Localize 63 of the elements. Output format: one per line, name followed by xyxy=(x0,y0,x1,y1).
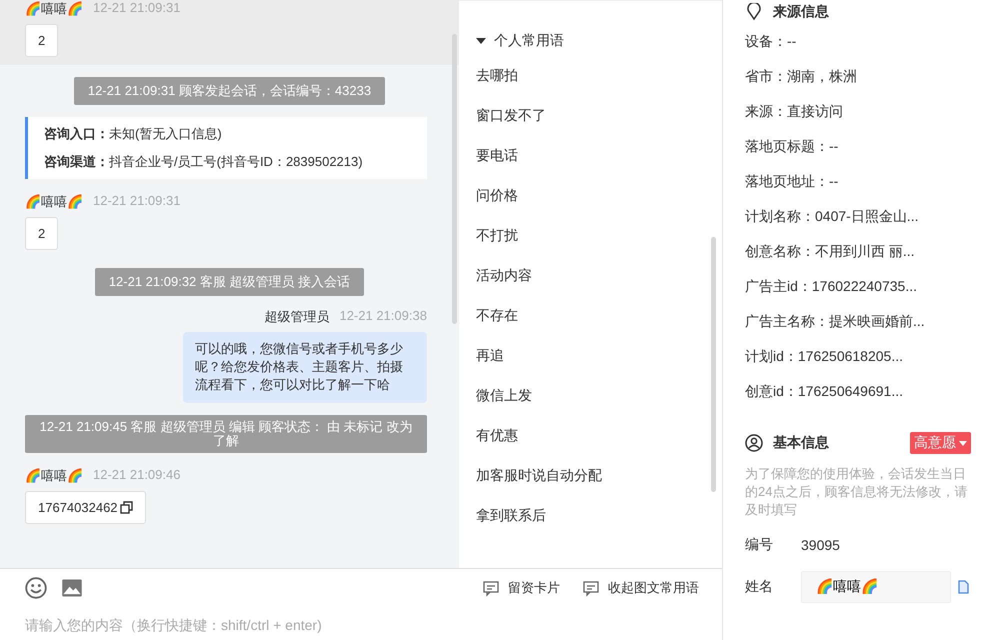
source-info-row-text: 广告主名称：提米映画婚前... xyxy=(745,312,926,331)
source-info-row-text: 创意名称：不用到川西 丽... xyxy=(745,242,916,261)
message-bubble: 2 xyxy=(25,24,58,57)
phrase-group-header[interactable]: 个人常用语 xyxy=(476,29,722,53)
source-info-row-text: 广告主id：176022240735... xyxy=(745,277,918,296)
scrollbar[interactable] xyxy=(711,237,716,492)
caret-icon xyxy=(959,440,967,446)
phrase-item[interactable]: 有优惠 xyxy=(476,415,722,455)
message-time: 12-21 21:09:46 xyxy=(93,467,180,484)
source-info-row-text: 省市：湖南，株洲 xyxy=(745,67,858,86)
phrase-item[interactable]: 再追 xyxy=(476,335,722,375)
toolbar-action[interactable]: 收起图文常用语 xyxy=(582,579,699,597)
source-info-row-text: 来源：直接访问 xyxy=(745,102,844,121)
field-label: 编号 xyxy=(745,536,774,554)
message-bubble: 2 xyxy=(25,217,58,250)
phrase-item[interactable]: 窗口发不了 xyxy=(476,95,722,135)
phrase-item[interactable]: 不打扰 xyxy=(476,215,722,255)
scrollbar[interactable] xyxy=(452,34,457,324)
message-bubble: 可以的哦，您微信号或者手机号多少呢？给您发价格表、主题客片、拍摄流程看下，您可以对比了解一下哈 xyxy=(182,332,427,403)
section-title: 来源信息 xyxy=(773,3,829,21)
sender-name: 🌈嘻嘻🌈 xyxy=(25,0,83,18)
message-input[interactable]: 请输入您的内容（换行快捷键：shift/ctrl + enter) xyxy=(25,617,425,633)
sender-name: 🌈嘻嘻🌈 xyxy=(25,193,83,211)
phrase-item[interactable]: 不存在 xyxy=(476,295,722,335)
phrase-item[interactable]: 活动内容 xyxy=(476,255,722,295)
system-notice: 12-21 21:09:45 客服 超级管理员 编辑 顾客状态： 由 未标记 改为了解 xyxy=(25,414,427,454)
source-info-row-text: 落地页标题：-- xyxy=(745,137,840,156)
sender-name: 🌈嘻嘻🌈 xyxy=(25,467,83,486)
info-value: 抖音企业号/员工号(抖音号ID：2839502213) xyxy=(109,154,363,169)
user-icon xyxy=(745,434,763,452)
message-icon xyxy=(582,579,600,597)
name-field[interactable]: 🌈嘻嘻🌈 xyxy=(801,571,951,603)
emoji-icon xyxy=(25,577,47,599)
section-title: 基本信息 xyxy=(773,434,829,452)
info-label: 咨询渠道： xyxy=(44,154,109,169)
phrase-item[interactable]: 加客服时说自动分配 xyxy=(476,455,722,495)
message-time: 12-21 21:09:31 xyxy=(93,0,180,17)
phrase-item[interactable]: 拿到联系后 xyxy=(476,495,722,535)
phrase-item[interactable]: 要电话 xyxy=(476,135,722,175)
source-info-row-text: 落地页地址：-- xyxy=(745,172,840,191)
message-bubble: 17674032462 xyxy=(25,491,146,524)
message-icon xyxy=(482,579,500,597)
source-info-row-text: 设备：-- xyxy=(745,32,798,51)
phrase-item[interactable]: 去哪拍 xyxy=(476,55,722,95)
message-time: 12-21 21:09:38 xyxy=(339,308,427,325)
toolbar-action[interactable]: 留资卡片 xyxy=(482,579,560,597)
phrase-item[interactable]: 微信上发 xyxy=(476,375,722,415)
system-notice: 12-21 21:09:32 客服 超级管理员 接入会话 xyxy=(94,268,364,296)
source-info-row-text: 计划名称：0407-日照金山... xyxy=(745,207,920,226)
info-label: 咨询入口： xyxy=(44,126,109,141)
field-value: 39095 xyxy=(801,537,840,553)
system-notice: 12-21 21:09:31 顾客发起会话，会话编号：43233 xyxy=(74,77,386,105)
image-icon xyxy=(61,577,83,599)
copy-icon[interactable] xyxy=(120,501,133,514)
sender-name: 超级管理员 xyxy=(264,308,330,326)
message-time: 12-21 21:09:31 xyxy=(93,193,180,210)
phrase-item[interactable]: 问价格 xyxy=(476,175,722,215)
source-info-row-text: 创意id：176250649691... xyxy=(745,382,904,401)
field-label: 姓名 xyxy=(745,578,774,596)
location-pin-icon xyxy=(745,3,763,21)
info-value: 未知(暂无入口信息) xyxy=(109,126,222,141)
source-info-row-text: 计划id：176250618205... xyxy=(745,347,904,366)
notice-text: 为了保障您的使用体验，会话发生当日的24点之后，顾客信息将无法修改，请及时填写 xyxy=(745,465,968,519)
